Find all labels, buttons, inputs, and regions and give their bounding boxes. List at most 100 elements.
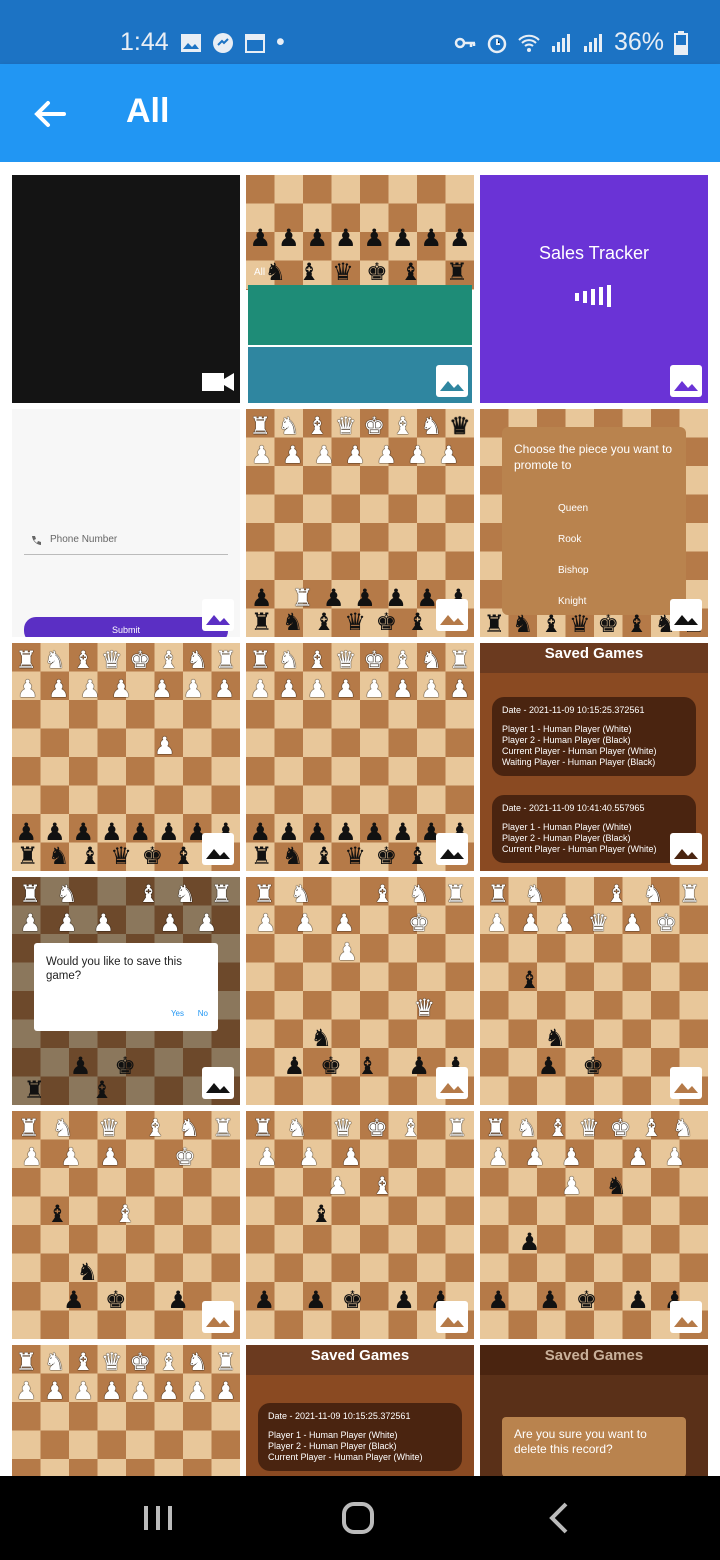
image-badge bbox=[670, 1067, 702, 1099]
image-icon bbox=[674, 1317, 698, 1327]
white-pawns: ♟ ♟ ♟ ♟ ♟ ♟ ♟ bbox=[16, 676, 236, 703]
video-icon bbox=[202, 373, 234, 391]
saved-games-title: Saved Games bbox=[246, 1345, 474, 1375]
battery-percent: 36% bbox=[613, 28, 664, 56]
home-icon[interactable] bbox=[338, 1500, 378, 1536]
yes-button: Yes bbox=[170, 1009, 184, 1018]
image-icon bbox=[440, 381, 464, 391]
image-badge bbox=[436, 833, 468, 865]
delete-dialog: Are you sure you want to delete this rec… bbox=[502, 1417, 686, 1476]
white-pawns: ♟ ♟ ♟ ♟ ♟ bbox=[487, 1144, 686, 1171]
promotion-dialog: Choose the piece you want to promote to … bbox=[502, 427, 686, 615]
image-badge bbox=[436, 365, 468, 397]
image-icon bbox=[674, 1083, 698, 1093]
delete-question: Are you sure you want to delete this rec… bbox=[514, 1427, 647, 1456]
image-thumbnail[interactable]: ♜ ♞ ♝ ♛ ♚ ♝ ♞ ♜ ♟ ♟ ♟ ♟ ♟ ♟ ♟ ♟ bbox=[12, 1345, 240, 1476]
image-badge bbox=[670, 1301, 702, 1333]
image-thumbnail[interactable]: ♜♞♛♚♝♜ ♟♟♟ ♟♝ ♝ ♟♟♚♟♟ bbox=[246, 1111, 474, 1339]
image-thumbnail[interactable]: ♜♞♝♛♚♝♞♜ ♟♟♟♟♟♟♟ ♟ ♟♟♟♟♟♟♟♟ ♜♞♝♛♚♝♞ bbox=[12, 643, 240, 871]
back-arrow-icon[interactable] bbox=[30, 94, 70, 134]
image-thumbnail[interactable]: Sales Tracker bbox=[480, 175, 708, 403]
image-icon bbox=[206, 1317, 230, 1327]
image-thumbnail[interactable]: ♜♞♝♞♜ ♟♟♟♚ ♟ ♛ ♞ ♟♚♝♟♟ bbox=[246, 877, 474, 1105]
chevron-left-icon[interactable] bbox=[540, 1500, 580, 1536]
messenger-icon bbox=[213, 32, 233, 53]
image-thumbnail[interactable]: Saved Games Date - 2021-11-09 10:15:25.3… bbox=[480, 643, 708, 871]
mid-pieces: ♛ bbox=[413, 995, 436, 1022]
image-thumbnail[interactable]: ♜ ♞ ♝ ♞ ♜ ♟ ♟ ♟ ♛ ♟ ♚ ♝ ♞ ♟ ♚ bbox=[480, 877, 708, 1105]
app-bar: All bbox=[0, 64, 720, 162]
field-underline bbox=[24, 554, 228, 555]
save-game-dialog: Would you like to save this game? Yes No bbox=[34, 943, 218, 1031]
white-pieces: ♜ ♞ ♝ ♛ ♚ ♝ ♞ ♜ bbox=[15, 647, 237, 674]
white-pawns: ♟ ♟ ♟ bbox=[256, 1144, 362, 1171]
signal-icon bbox=[551, 33, 570, 52]
record-player1: Player 1 - Human Player (White) bbox=[502, 724, 632, 734]
video-thumbnail[interactable] bbox=[12, 175, 240, 403]
image-badge bbox=[202, 599, 234, 631]
record-date: Date - 2021-11-09 10:41:40.557965 bbox=[502, 803, 645, 813]
white-mid: ♟ ♝ bbox=[326, 1173, 394, 1200]
record-date: Date - 2021-11-09 10:15:25.372561 bbox=[502, 705, 645, 715]
record-player1: Player 1 - Human Player (White) bbox=[268, 1430, 398, 1440]
status-time: 1:44 bbox=[120, 28, 169, 56]
image-thumbnail[interactable]: Choose the piece you want to promote to … bbox=[480, 409, 708, 637]
image-thumbnail[interactable]: ♜♞♝♛♚♝♞ ♟♟♟♟♟ ♟♞ ♟ ♟♟♚♟♟ bbox=[480, 1111, 708, 1339]
system-navigation-bar bbox=[0, 1476, 720, 1560]
phone-icon bbox=[32, 536, 41, 545]
option-rook: Rook bbox=[558, 534, 582, 545]
image-thumbnail[interactable]: ♟ ♟ ♟ ♟ ♟ ♟ ♟ ♟ ♞ ♝ ♛ ♚ ♝ ♜ All bbox=[246, 175, 474, 403]
promotion-options: Queen Rook Bishop Knight bbox=[514, 493, 674, 617]
image-thumbnail[interactable]: Saved Games Are you sure you want to del… bbox=[480, 1345, 708, 1476]
alarm-icon bbox=[487, 34, 507, 53]
image-thumbnail[interactable]: ♜♞♝♛♚♝♞♛ ♟♟♟♟♟♟♟ ♟♜♟♟♟♟♟ ♜♞♝♛♚♝♞ bbox=[246, 409, 474, 637]
black-bishop: ♝ bbox=[310, 1201, 332, 1228]
white-pieces: ♜ ♞ ♝ ♞ ♜ bbox=[253, 881, 467, 908]
image-icon bbox=[440, 1083, 464, 1093]
white-pieces: ♜ ♞ ♝ ♛ ♚ ♝ ♞ bbox=[484, 1115, 694, 1142]
white-pieces-mid: ♟ bbox=[336, 939, 358, 966]
image-badge bbox=[670, 365, 702, 397]
record-player2: Player 2 - Human Player (Black) bbox=[268, 1441, 397, 1451]
image-thumbnail[interactable]: Saved Games Date - 2021-11-09 10:15:25.3… bbox=[246, 1345, 474, 1476]
black-knight: ♞ bbox=[310, 1025, 332, 1052]
image-badge bbox=[436, 599, 468, 631]
image-badge bbox=[670, 833, 702, 865]
image-thumbnail[interactable]: ♜ ♞ ♝ ♞ ♜ ♟ ♟ ♟ ♟ ♟ Would you like to save this … bbox=[12, 877, 240, 1105]
promotion-prompt: Choose the piece you want to promote to bbox=[514, 442, 673, 472]
image-icon bbox=[674, 849, 698, 859]
video-frame bbox=[248, 285, 472, 345]
saved-games-title: Saved Games bbox=[480, 643, 708, 673]
image-thumbnail[interactable]: ♜ ♞ ♛ ♝ ♞ ♜ ♟ ♟ ♟ ♚ ♝ ♝ ♞ ♟ ♚ ♟ bbox=[12, 1111, 240, 1339]
signal-icon bbox=[583, 33, 602, 52]
saved-game-card: Date - 2021-11-09 10:15:25.372561 Player… bbox=[258, 1403, 462, 1471]
record-waiting: Waiting Player - Human Player (Black) bbox=[502, 757, 656, 767]
record-player2: Player 2 - Human Player (Black) bbox=[502, 833, 631, 843]
record-player1: Player 1 - Human Player (White) bbox=[502, 822, 632, 832]
saved-game-card: Date - 2021-11-09 10:41:40.557965 Player… bbox=[492, 795, 696, 863]
white-pieces: ♜ ♞ ♝ ♛ ♚ ♝ ♞ ♜ bbox=[15, 1349, 237, 1376]
record-current: Current Player - Human Player (White) bbox=[502, 844, 657, 854]
loading-bars-icon bbox=[575, 285, 611, 307]
sales-tracker-title: Sales Tracker bbox=[538, 243, 650, 263]
image-icon bbox=[206, 615, 230, 625]
saved-games-title: Saved Games bbox=[480, 1345, 708, 1375]
image-icon bbox=[440, 849, 464, 859]
white-pawns: ♟ ♟ ♟ ♟ ♟ ♟ ♟ ♟ bbox=[249, 676, 471, 703]
media-grid: ♟ ♟ ♟ ♟ ♟ ♟ ♟ ♟ ♞ ♝ ♛ ♚ ♝ ♜ All Sales Tracker Phone … bbox=[0, 162, 720, 1476]
image-badge bbox=[436, 1067, 468, 1099]
image-thumbnail[interactable]: ♜♞♝♛♚♝♞♜ ♟♟♟♟♟♟♟♟ ♟♟♟♟♟♟♟♟ ♜♞♝♛♚♝♞ bbox=[246, 643, 474, 871]
recents-icon[interactable] bbox=[138, 1500, 178, 1536]
white-pieces: ♜ ♞ ♝ ♛ ♚ ♝ ♞ ♜ bbox=[249, 647, 471, 674]
save-question: Would you like to save this game? bbox=[46, 956, 182, 982]
record-current: Current Player - Human Player (White) bbox=[268, 1452, 423, 1462]
phone-number-field: Phone Number bbox=[50, 534, 118, 545]
image-icon bbox=[674, 615, 698, 625]
no-button: No bbox=[197, 1009, 208, 1018]
white-pawns: ♟ ♟ ♟ ♟ ♟ ♟ ♟ bbox=[250, 442, 460, 469]
status-bar: 1:44 • 36% bbox=[0, 0, 720, 64]
system-icons: 36% bbox=[454, 28, 688, 57]
mid-pieces: ♟ ♞ bbox=[560, 1173, 628, 1200]
image-thumbnail[interactable]: Phone Number Submit bbox=[12, 409, 240, 637]
wifi-icon bbox=[518, 34, 540, 52]
